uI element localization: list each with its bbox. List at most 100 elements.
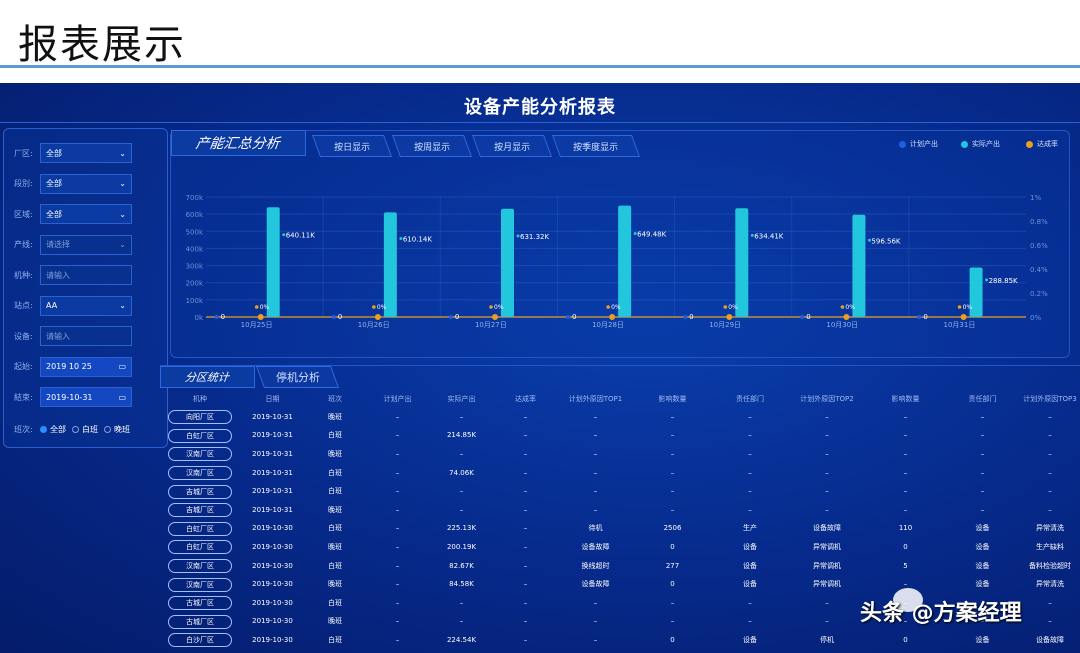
zone-button[interactable]: 汉南厂区 bbox=[168, 447, 232, 462]
zone-button[interactable]: 白虹厂区 bbox=[168, 540, 232, 555]
filter-select[interactable]: 全部 ⌄ bbox=[40, 173, 132, 194]
tab-downtime-analysis[interactable]: 停机分析 bbox=[255, 366, 340, 388]
column-header[interactable]: 责任部门 bbox=[945, 390, 1020, 408]
table-cell: – bbox=[748, 449, 752, 458]
watermark: 头条 @方案经理 bbox=[860, 601, 1022, 626]
shift-radio[interactable]: 晚班 bbox=[104, 424, 130, 435]
table-cell: – bbox=[670, 505, 675, 514]
column-header[interactable]: 影响数量 bbox=[633, 390, 712, 408]
table-cell: – bbox=[748, 412, 752, 421]
column-header[interactable]: 计划外原因TOP1 bbox=[558, 390, 633, 408]
table-cell: 设备 bbox=[743, 580, 757, 589]
table-cell: – bbox=[523, 542, 528, 551]
zone-button[interactable]: 吉城厂区 bbox=[168, 484, 232, 499]
column-header[interactable]: 影响数量 bbox=[866, 390, 945, 408]
filter-input[interactable]: 请输入 bbox=[40, 326, 132, 346]
column-header[interactable]: 计划外原因TOP2 bbox=[788, 390, 866, 408]
table-cell: 2019-10-30 bbox=[252, 598, 293, 607]
planned-point bbox=[800, 315, 805, 319]
x-tick-label: 10月25日 bbox=[241, 321, 273, 329]
table-cell: – bbox=[980, 431, 985, 440]
column-header[interactable]: 责任部门 bbox=[712, 390, 788, 408]
table-cell: – bbox=[593, 449, 598, 458]
filter-select[interactable]: 全部 ⌄ bbox=[40, 143, 132, 163]
table-cell: – bbox=[459, 449, 464, 458]
zone-button[interactable]: 汉南厂区 bbox=[168, 577, 232, 592]
table-cell: 停机 bbox=[820, 635, 834, 644]
rate-label-dot bbox=[723, 305, 728, 309]
table-cell: 2019-10-31 bbox=[252, 412, 293, 421]
filter-select[interactable]: 请选择 ⌄ bbox=[40, 234, 132, 255]
column-header[interactable]: 机种 bbox=[160, 390, 240, 408]
x-tick-label: 10月27日 bbox=[475, 321, 507, 329]
table-cell: – bbox=[1048, 412, 1052, 421]
zone-button[interactable]: 汉南厂区 bbox=[168, 466, 232, 481]
filter-input[interactable]: 请输入 bbox=[40, 265, 132, 285]
rate-label: 0% bbox=[260, 304, 270, 311]
column-header[interactable]: 实际产出 bbox=[430, 390, 493, 408]
rate-label-dot bbox=[840, 305, 845, 309]
table-cell: 晚班 bbox=[328, 412, 342, 421]
zone-button[interactable]: 汉南厂区 bbox=[168, 559, 232, 574]
filter-date[interactable]: 2019 10 25 ▭ bbox=[40, 356, 132, 377]
table-cell: 白班 bbox=[328, 524, 342, 533]
filter-value: 2019 10 25 bbox=[46, 362, 92, 371]
table-cell: 生产 bbox=[743, 524, 757, 533]
table-cell: – bbox=[395, 580, 400, 589]
table-cell: – bbox=[980, 449, 985, 458]
column-header[interactable]: 班次 bbox=[305, 390, 365, 408]
table-cell: 白班 bbox=[328, 487, 342, 496]
table-cell: – bbox=[1048, 487, 1052, 496]
capacity-bar-chart: 0k 100k 200k 300k 400k 500k 600k 700k 0% 0.2% 0.4%… bbox=[186, 194, 1049, 329]
table-cell: 设备故障 bbox=[581, 542, 610, 551]
radio-icon bbox=[40, 426, 47, 433]
zone-button[interactable]: 古城厂区 bbox=[168, 614, 232, 629]
column-header[interactable]: 计划外原因TOP3 bbox=[1020, 390, 1080, 408]
table-cell: 2019-10-30 bbox=[252, 524, 293, 533]
column-header[interactable]: 达成率 bbox=[493, 390, 558, 408]
table-cell: 白虹厂区 bbox=[160, 427, 240, 446]
filter-date[interactable]: 2019-10-31 ▭ bbox=[40, 387, 132, 407]
rate-label-dot bbox=[606, 305, 610, 309]
table-cell: – bbox=[459, 412, 464, 421]
zone-button[interactable]: 吉城厂区 bbox=[168, 503, 232, 518]
planned-label: 0 bbox=[455, 313, 459, 321]
table-cell: 2019-10-30 bbox=[252, 542, 293, 551]
table-cell: 224.54K bbox=[446, 635, 477, 644]
table-cell: 白虹厂区 bbox=[160, 538, 240, 557]
filter-select[interactable]: 全部 ⌄ bbox=[40, 204, 132, 224]
filter-row: 結束: 2019-10-31 ▭ bbox=[14, 387, 132, 407]
table-row: 白虹厂区 2019-10-30 晚班 – 200.19K – 设备故障 0 设备 异常调机 0 设备 生… bbox=[160, 538, 1080, 557]
table-cell: – bbox=[593, 635, 598, 644]
table-cell: 设备 bbox=[975, 561, 990, 570]
actual-label: 649.48K bbox=[637, 230, 666, 238]
table-cell: – bbox=[825, 487, 829, 496]
filter-value: AA bbox=[46, 301, 58, 310]
column-header[interactable]: 日期 bbox=[240, 390, 305, 408]
shift-radio[interactable]: 白班 bbox=[72, 424, 98, 435]
zone-button[interactable]: 白虹厂区 bbox=[168, 428, 232, 443]
zone-button[interactable]: 白沙厂区 bbox=[168, 633, 232, 648]
y-right-tick-label: 0.6% bbox=[1030, 242, 1048, 250]
column-header[interactable]: 计划产出 bbox=[365, 390, 430, 408]
zone-button[interactable]: 白虹厂区 bbox=[168, 521, 232, 536]
filter-label: 设备: bbox=[14, 331, 33, 341]
table-cell: 白班 bbox=[328, 431, 342, 440]
filter-select[interactable]: AA ⌄ bbox=[40, 295, 132, 316]
zone-button[interactable]: 古城厂区 bbox=[168, 596, 232, 611]
radio-label: 全部 bbox=[50, 425, 66, 434]
zone-button[interactable]: 向阳厂区 bbox=[168, 410, 232, 425]
calendar-icon: ▭ bbox=[118, 362, 126, 371]
tab-zone-stats[interactable]: 分区统计 bbox=[160, 366, 255, 388]
filter-panel: 厂区: 全部 ⌄ 段別: 全部 ⌄ 区域: 全部 ⌄ 产线: 请选择 ⌄ 机种: 请输入 站点: … bbox=[3, 128, 168, 448]
table-cell: 设备故障 bbox=[813, 524, 841, 533]
y-tick-label: 400k bbox=[186, 245, 204, 253]
table-cell: 古城厂区 bbox=[160, 594, 240, 613]
actual-bar bbox=[383, 212, 397, 317]
filter-label: 站点: bbox=[14, 301, 33, 310]
shift-radio[interactable]: 全部 bbox=[40, 424, 66, 435]
filter-value: 全部 bbox=[46, 209, 62, 219]
filter-label: 区域: bbox=[14, 209, 33, 219]
dashboard: 设备产能分析报表 厂区: 全部 ⌄ 段別: 全部 ⌄ 区域: 全部 ⌄ 产线: 请选择 ⌄ 机种… bbox=[0, 83, 1080, 653]
table-cell: 异常清洗 bbox=[1036, 524, 1064, 533]
